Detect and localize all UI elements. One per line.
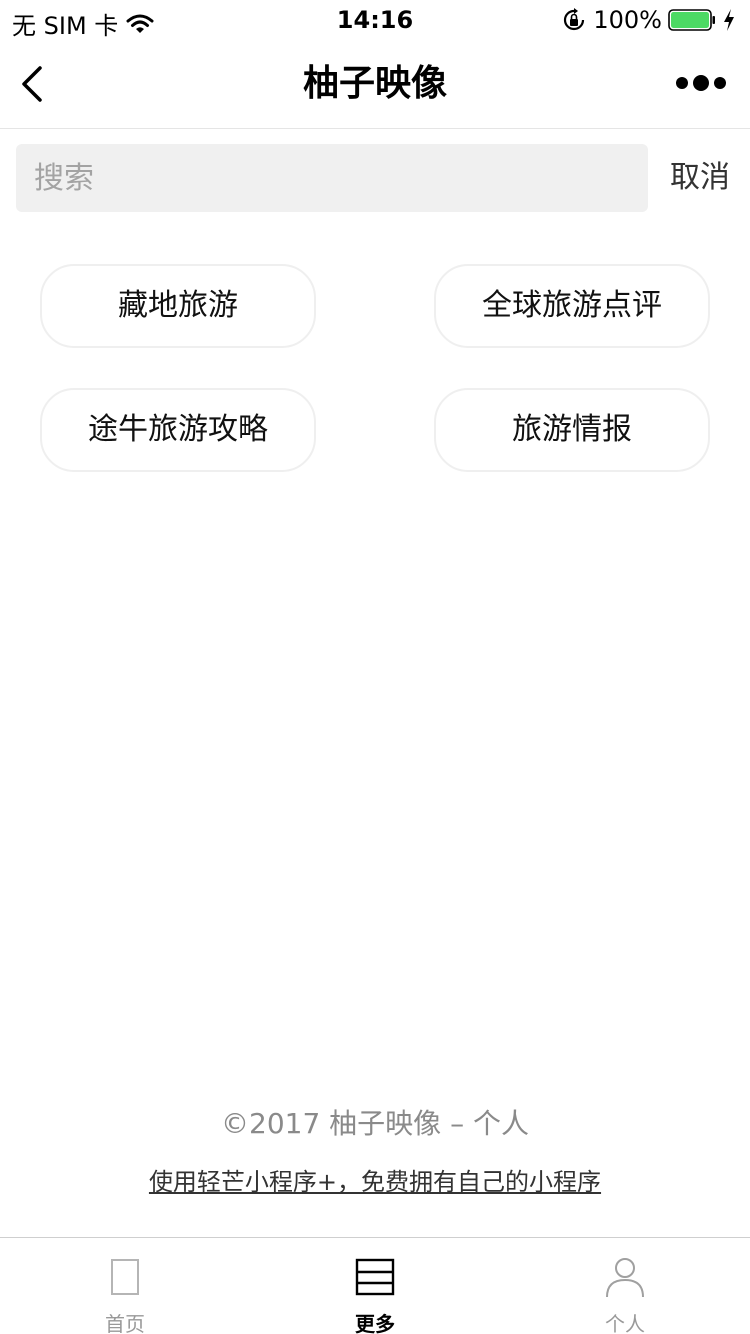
charging-bolt-icon <box>722 8 736 32</box>
tab-label: 个人 <box>605 1312 645 1334</box>
more-dots-icon <box>693 75 709 91</box>
battery-percent: 100% <box>593 6 662 34</box>
tag-button[interactable]: 途牛旅游攻略 <box>40 388 316 472</box>
page-icon <box>111 1259 139 1295</box>
search-input[interactable] <box>16 144 648 212</box>
tab-person[interactable]: 个人 <box>500 1238 750 1334</box>
status-right: 100% <box>561 6 736 34</box>
tab-more[interactable]: 更多 <box>250 1238 500 1334</box>
copyright-text: ©2017 柚子映像 – 个人 <box>221 1107 529 1140</box>
list-icon <box>355 1258 395 1296</box>
rotation-lock-icon <box>561 7 587 33</box>
more-menu-button[interactable] <box>676 68 726 98</box>
tag-button[interactable]: 旅游情报 <box>434 388 710 472</box>
search-bar: 取消 <box>16 144 736 212</box>
tag-button[interactable]: 全球旅游点评 <box>434 264 710 348</box>
page: 无 SIM 卡 14:16 100% 柚子映像 搜索 取消 藏地旅游 全球旅游点… <box>0 0 750 1334</box>
status-bar: 无 SIM 卡 14:16 100% <box>0 0 750 40</box>
nav-bar: 柚子映像 <box>0 40 750 129</box>
more-dots-icon <box>714 77 726 89</box>
person-icon <box>606 1258 644 1298</box>
cancel-button[interactable]: 取消 <box>662 144 738 212</box>
promo-link[interactable]: 使用轻芒小程序+，免费拥有自己的小程序 <box>0 1162 750 1197</box>
battery-icon <box>668 9 716 31</box>
tab-label: 更多 <box>355 1312 395 1334</box>
tab-bar: 首页 更多 个人 <box>0 1237 750 1334</box>
tab-label: 首页 <box>105 1312 145 1334</box>
tab-home[interactable]: 首页 <box>0 1238 250 1334</box>
tag-button[interactable]: 藏地旅游 <box>40 264 316 348</box>
page-title: 柚子映像 <box>302 63 447 104</box>
more-dots-icon <box>676 77 688 89</box>
